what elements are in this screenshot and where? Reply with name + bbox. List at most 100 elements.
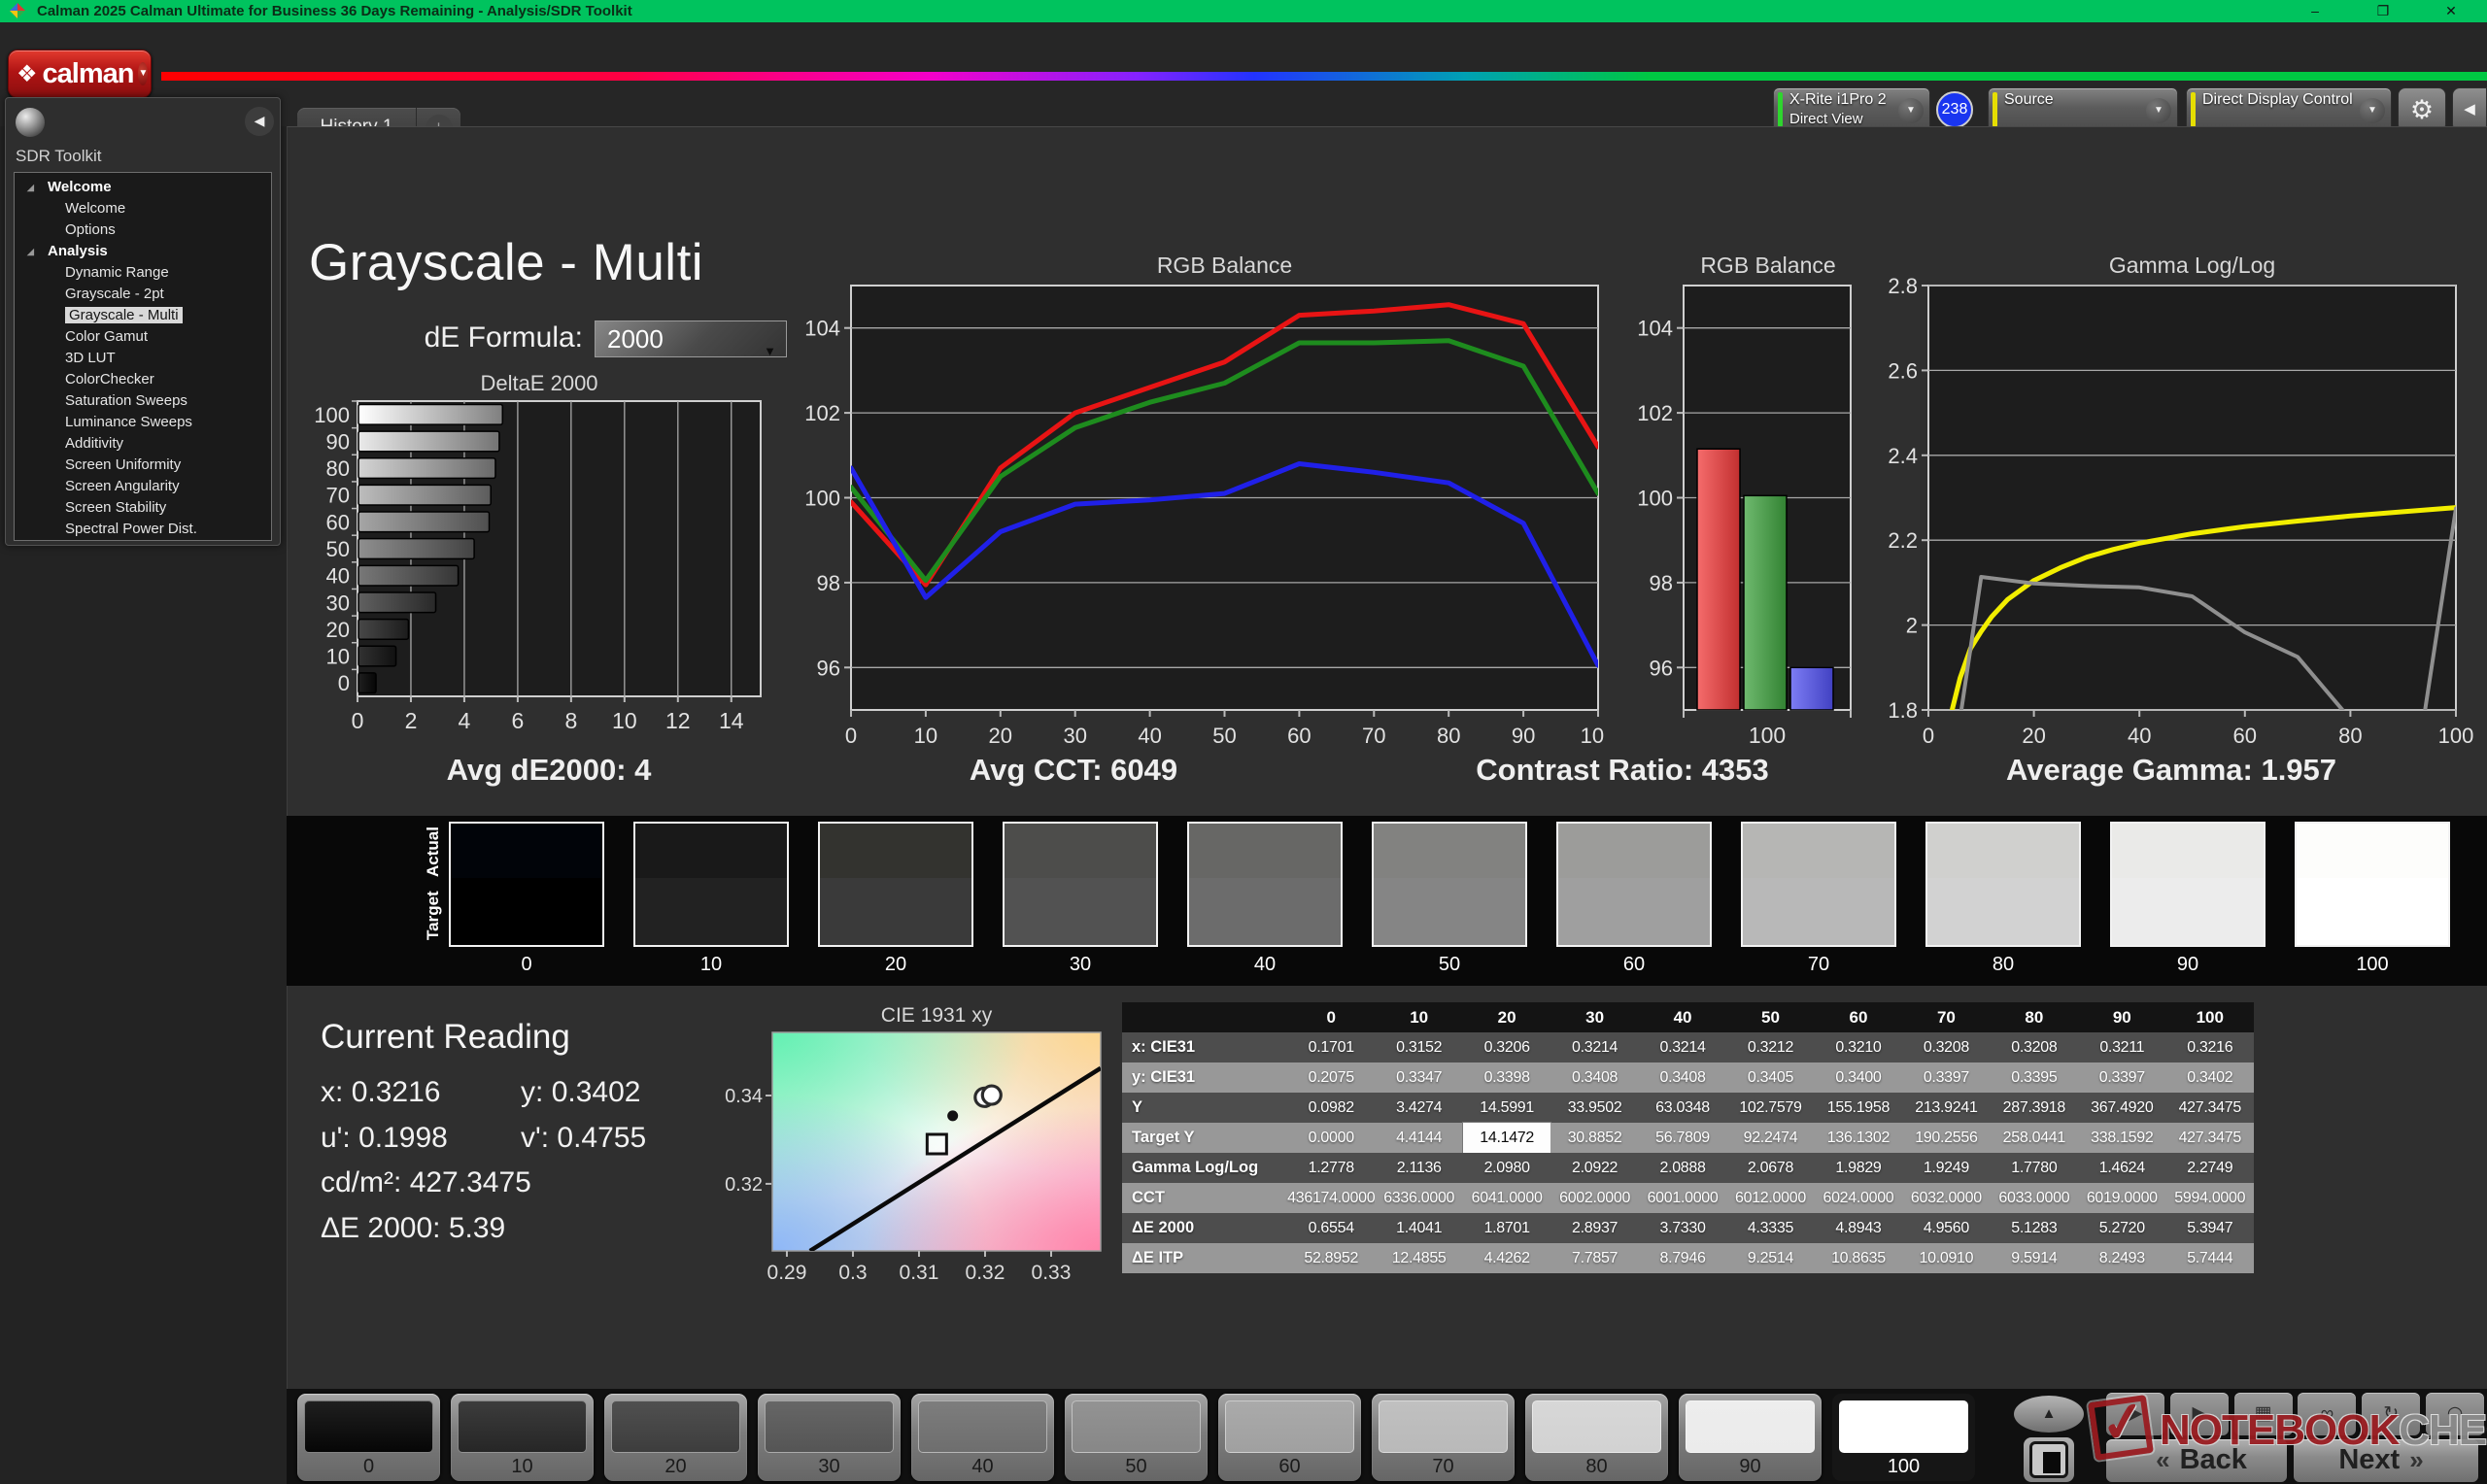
toolbar-button-4[interactable]: ∞ [2298,1393,2356,1435]
table-cell-cct-100[interactable]: 5994.0000 [2166,1183,2254,1213]
sidebar-item-welcome[interactable]: Welcome [15,198,271,219]
table-cell-y-0[interactable]: 0.0982 [1287,1093,1375,1123]
back-button[interactable]: «Back [2106,1439,2287,1482]
next-button[interactable]: Next» [2294,1439,2478,1482]
table-cell-y-cie31-20[interactable]: 0.3398 [1463,1062,1550,1093]
table-cell-e-2000-20[interactable]: 1.8701 [1463,1213,1550,1243]
table-cell-e-itp-90[interactable]: 8.2493 [2078,1243,2165,1273]
pattern-button-10[interactable]: 10 [451,1394,594,1481]
calman-menu-button[interactable]: ❖ calman ▼ [8,50,152,98]
sidebar-item-luminance-sweeps[interactable]: Luminance Sweeps [15,412,271,433]
sidebar-item-screen-stability[interactable]: Screen Stability [15,497,271,519]
pattern-window-button[interactable] [2024,1437,2074,1482]
sidebar-group-welcome[interactable]: ◢Welcome [15,177,271,198]
table-cell-x-cie31-0[interactable]: 0.1701 [1287,1032,1375,1062]
table-cell-y-cie31-50[interactable]: 0.3405 [1726,1062,1814,1093]
pattern-button-100[interactable]: 100 [1832,1394,1975,1481]
table-cell-target-y-50[interactable]: 92.2474 [1726,1123,1814,1153]
table-cell-cct-40[interactable]: 6001.0000 [1639,1183,1726,1213]
sidebar-collapse-button[interactable]: ◀ [245,107,274,136]
table-cell-cct-0[interactable]: 436174.0000 [1287,1183,1375,1213]
pattern-button-0[interactable]: 0 [297,1394,440,1481]
table-cell-e-itp-20[interactable]: 4.4262 [1463,1243,1550,1273]
sidebar-item-color-gamut[interactable]: Color Gamut [15,326,271,348]
table-cell-y-cie31-80[interactable]: 0.3395 [1991,1062,2078,1093]
table-cell-y-70[interactable]: 213.9241 [1902,1093,1990,1123]
close-button[interactable]: ✕ [2436,0,2466,22]
table-cell-gamma-log-log-30[interactable]: 2.0922 [1550,1153,1638,1183]
table-cell-cct-50[interactable]: 6012.0000 [1726,1183,1814,1213]
toolbar-button-5[interactable]: ↻ [2362,1393,2420,1435]
table-cell-target-y-100[interactable]: 427.3475 [2166,1123,2254,1153]
minimize-button[interactable]: – [2300,0,2330,22]
pattern-button-70[interactable]: 70 [1372,1394,1515,1481]
table-cell-e-itp-10[interactable]: 12.4855 [1375,1243,1462,1273]
table-cell-e-itp-0[interactable]: 52.8952 [1287,1243,1375,1273]
pattern-button-30[interactable]: 30 [758,1394,901,1481]
table-cell-e-2000-50[interactable]: 4.3335 [1726,1213,1814,1243]
pattern-button-50[interactable]: 50 [1065,1394,1208,1481]
pattern-step-up-button[interactable]: ▲ [2014,1396,2084,1433]
table-cell-x-cie31-90[interactable]: 0.3211 [2078,1032,2165,1062]
table-cell-cct-70[interactable]: 6032.0000 [1902,1183,1990,1213]
table-cell-x-cie31-100[interactable]: 0.3216 [2166,1032,2254,1062]
pattern-button-40[interactable]: 40 [911,1394,1054,1481]
table-cell-y-80[interactable]: 287.3918 [1991,1093,2078,1123]
pattern-button-80[interactable]: 80 [1525,1394,1668,1481]
table-cell-e-itp-70[interactable]: 10.0910 [1902,1243,1990,1273]
table-cell-gamma-log-log-80[interactable]: 1.7780 [1991,1153,2078,1183]
sidebar-group-analysis[interactable]: ◢Analysis [15,241,271,262]
table-cell-y-cie31-90[interactable]: 0.3397 [2078,1062,2165,1093]
table-cell-cct-30[interactable]: 6002.0000 [1550,1183,1638,1213]
table-cell-cct-90[interactable]: 6019.0000 [2078,1183,2165,1213]
table-cell-y-cie31-30[interactable]: 0.3408 [1550,1062,1638,1093]
table-cell-target-y-90[interactable]: 338.1592 [2078,1123,2165,1153]
table-cell-target-y-40[interactable]: 56.7809 [1639,1123,1726,1153]
table-cell-y-60[interactable]: 155.1958 [1815,1093,1902,1123]
table-cell-gamma-log-log-100[interactable]: 2.2749 [2166,1153,2254,1183]
table-cell-y-50[interactable]: 102.7579 [1726,1093,1814,1123]
table-cell-e-2000-30[interactable]: 2.8937 [1550,1213,1638,1243]
table-cell-e-2000-70[interactable]: 4.9560 [1902,1213,1990,1243]
table-cell-cct-10[interactable]: 6336.0000 [1375,1183,1462,1213]
toolbar-button-2[interactable]: ▶ [2170,1393,2229,1435]
sidebar-item-additivity[interactable]: Additivity [15,433,271,455]
table-cell-e-2000-40[interactable]: 3.7330 [1639,1213,1726,1243]
table-cell-y-90[interactable]: 367.4920 [2078,1093,2165,1123]
sidebar-item-screen-uniformity[interactable]: Screen Uniformity [15,455,271,476]
restore-button[interactable]: ❐ [2368,0,2398,22]
table-cell-e-2000-100[interactable]: 5.3947 [2166,1213,2254,1243]
table-cell-target-y-80[interactable]: 258.0441 [1991,1123,2078,1153]
chevron-down-icon[interactable]: ▼ [2146,98,2171,123]
table-cell-e-2000-0[interactable]: 0.6554 [1287,1213,1375,1243]
table-cell-gamma-log-log-50[interactable]: 2.0678 [1726,1153,1814,1183]
table-cell-e-itp-80[interactable]: 9.5914 [1991,1243,2078,1273]
status-orb-icon[interactable] [16,108,45,137]
chevron-down-icon[interactable]: ▼ [138,62,148,85]
table-cell-gamma-log-log-20[interactable]: 2.0980 [1463,1153,1550,1183]
sidebar-item-grayscale-2pt[interactable]: Grayscale - 2pt [15,284,271,305]
table-cell-gamma-log-log-0[interactable]: 1.2778 [1287,1153,1375,1183]
table-cell-y-100[interactable]: 427.3475 [2166,1093,2254,1123]
meter-count-badge[interactable]: 238 [1936,91,1973,128]
table-cell-x-cie31-50[interactable]: 0.3212 [1726,1032,1814,1062]
table-cell-target-y-20[interactable]: 14.1472 [1463,1123,1550,1153]
table-cell-x-cie31-40[interactable]: 0.3214 [1639,1032,1726,1062]
table-cell-gamma-log-log-10[interactable]: 2.1136 [1375,1153,1462,1183]
expand-triangle-icon[interactable]: ◢ [27,241,34,262]
table-cell-x-cie31-80[interactable]: 0.3208 [1991,1032,2078,1062]
sidebar-item-colorchecker[interactable]: ColorChecker [15,369,271,390]
toolbar-button-1[interactable]: ▶ [2106,1393,2164,1435]
pattern-button-20[interactable]: 20 [604,1394,747,1481]
table-cell-e-2000-80[interactable]: 5.1283 [1991,1213,2078,1243]
table-cell-e-itp-100[interactable]: 5.7444 [2166,1243,2254,1273]
pattern-button-60[interactable]: 60 [1218,1394,1361,1481]
table-cell-y-cie31-0[interactable]: 0.2075 [1287,1062,1375,1093]
sidebar-item-grayscale-multi[interactable]: Grayscale - Multi [15,305,271,326]
toolbar-button-3[interactable]: ▦ [2234,1393,2293,1435]
sidebar-item-screen-angularity[interactable]: Screen Angularity [15,476,271,497]
sidebar-item-dynamic-range[interactable]: Dynamic Range [15,262,271,284]
chevron-down-icon[interactable]: ▼ [1898,98,1924,123]
pattern-button-90[interactable]: 90 [1679,1394,1822,1481]
table-cell-y-cie31-60[interactable]: 0.3400 [1815,1062,1902,1093]
